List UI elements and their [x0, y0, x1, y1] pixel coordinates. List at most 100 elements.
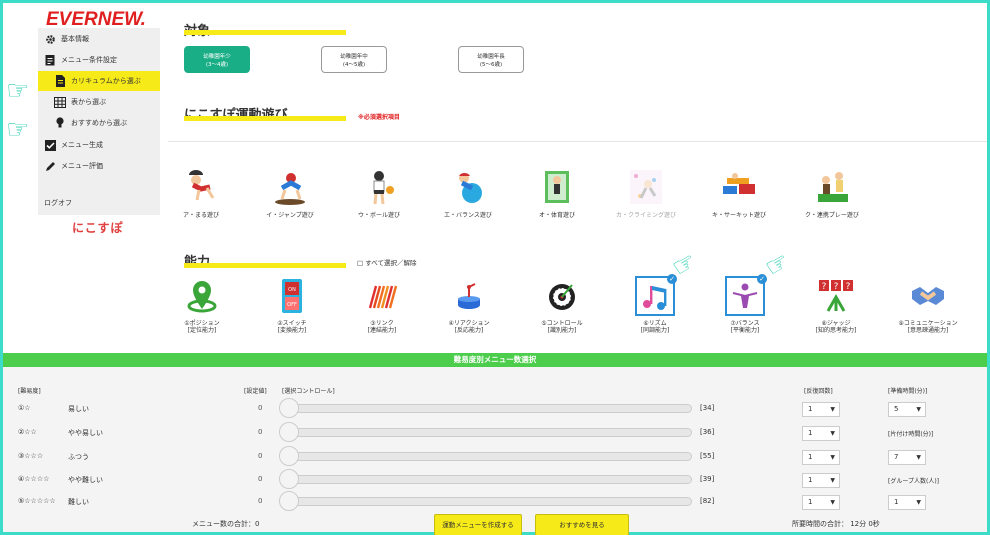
select-value: 7 [894, 453, 899, 461]
repeat-select[interactable]: 1 ▼ [802, 426, 840, 441]
check-icon: ✓ [667, 274, 677, 284]
activity-maru[interactable]: ア・まる遊び [166, 168, 236, 220]
pointing-hand-icon: ☞ [6, 115, 30, 145]
ability-type: [意思疎通能力] [907, 327, 949, 334]
question-marks-icon: ??? [816, 276, 856, 316]
balancing-figure-icon: ✓ [725, 274, 767, 316]
title-underline [184, 263, 346, 268]
select-value: 1 [808, 429, 813, 437]
slider-track[interactable] [285, 475, 692, 484]
ability-link[interactable]: ③リンク [連結能力] [342, 276, 422, 334]
select-value: 5 [894, 405, 899, 413]
lightbulb-icon [54, 117, 66, 129]
ability-name: ②スイッチ [277, 320, 307, 327]
prep-time-select[interactable]: 5 ▼ [888, 402, 926, 417]
row-difficulty-name: やや難しい [68, 476, 103, 484]
logout-link[interactable]: ログオフ [44, 198, 72, 208]
sidebar-item-generate[interactable]: メニュー生成 [38, 135, 160, 155]
view-recommendations-button[interactable]: おすすめを見る [535, 514, 629, 535]
ability-balance[interactable]: ✓ ⑦バランス [平衡能力] [705, 274, 785, 334]
create-menu-button[interactable]: 運動メニューを作成する [434, 514, 522, 535]
sidebar-item-curriculum[interactable]: カリキュラムから選ぶ [38, 71, 160, 91]
group-size-select[interactable]: 1 ▼ [888, 495, 926, 510]
slider-knob[interactable] [279, 446, 299, 466]
slider-track[interactable] [285, 428, 692, 437]
ability-rhythm[interactable]: ✓ ⑥リズム [同調能力] [615, 274, 695, 334]
row-stars: ④☆☆☆☆ [18, 475, 50, 483]
ability-name: ⑦バランス [730, 320, 760, 327]
ability-control[interactable]: ⑤コントロール [識別能力] [522, 276, 602, 334]
title-underline [184, 116, 346, 121]
ability-name: ⑤コントロール [541, 320, 583, 327]
slider-knob[interactable] [279, 398, 299, 418]
repeat-select[interactable]: 1 ▼ [802, 450, 840, 465]
row-max-count: [39] [700, 475, 715, 483]
activity-label: キ・サーキット遊び [711, 212, 766, 219]
document-icon [54, 75, 66, 87]
ability-name: ④リアクション [448, 320, 490, 327]
repeat-select[interactable]: 1 ▼ [802, 402, 840, 417]
pointing-hand-icon: ☞ [6, 76, 30, 106]
activity-jump[interactable]: イ・ジャンプ遊び [255, 168, 325, 220]
slider-knob[interactable] [279, 422, 299, 442]
age-label: 幼稚園年長 [477, 54, 505, 60]
check-icon: ✓ [757, 274, 767, 284]
row-max-count: [55] [700, 452, 715, 460]
row-max-count: [34] [700, 404, 715, 412]
slider-knob[interactable] [279, 491, 299, 511]
ability-reaction[interactable]: ④リアクション [反応能力] [429, 276, 509, 334]
age-button-young[interactable]: 幼稚園年少 (3〜4歳) [184, 46, 250, 73]
svg-text:?: ? [822, 282, 827, 292]
select-value: 1 [808, 405, 813, 413]
repeat-select[interactable]: 1 ▼ [802, 473, 840, 488]
sidebar-item-label: メニュー評価 [61, 162, 103, 170]
sidebar-item-recommended[interactable]: おすすめから選ぶ [38, 113, 160, 133]
ability-type: [変換能力] [277, 327, 307, 334]
row-stars: ③☆☆☆ [18, 452, 44, 460]
cleanup-time-label: [片付け時間(分)] [888, 431, 934, 438]
row-setting-value: 0 [258, 428, 263, 436]
slider-knob[interactable] [279, 469, 299, 489]
sidebar-item-evaluate[interactable]: メニュー評価 [38, 156, 160, 176]
children-teamplay-icon [818, 172, 848, 202]
select-value: 1 [894, 498, 899, 506]
row-difficulty-name: やや易しい [68, 429, 103, 437]
total-menu-count: メニュー数の合計：0 [192, 520, 260, 528]
slider-track[interactable] [285, 404, 692, 413]
activity-climbing[interactable]: カ・クライミング遊び [611, 168, 681, 220]
child-climbing-icon [630, 170, 662, 204]
ability-name: ⑥リズム [643, 320, 667, 327]
cleanup-time-select[interactable]: 7 ▼ [888, 450, 926, 465]
ability-name: ⑧ジャッジ [821, 320, 851, 327]
select-all-checkbox[interactable]: □ すべて選択／解除 [357, 257, 417, 267]
activity-circuit[interactable]: キ・サーキット遊び [704, 168, 774, 220]
pencil-icon [44, 160, 56, 172]
svg-text:?: ? [834, 282, 839, 292]
sidebar-item-label: メニュー条件設定 [61, 56, 117, 64]
toggle-switch-icon: ON OFF [272, 276, 312, 316]
activity-label: イ・ジャンプ遊び [266, 212, 314, 219]
ability-switch[interactable]: ON OFF ②スイッチ [変換能力] [252, 276, 332, 334]
activity-ball[interactable]: ウ・ボール遊び [344, 168, 414, 220]
checkbox-icon [44, 139, 56, 151]
age-button-senior[interactable]: 幼稚園年長 (5〜6歳) [458, 46, 524, 73]
repeat-select[interactable]: 1 ▼ [802, 495, 840, 510]
slider-track[interactable] [285, 452, 692, 461]
activity-gym[interactable]: オ・体育遊び [522, 168, 592, 220]
activity-balance[interactable]: エ・バランス遊び [433, 168, 503, 220]
row-stars: ⑤☆☆☆☆☆ [18, 497, 56, 505]
activity-teamplay[interactable]: ク・連携プレー遊び [797, 168, 867, 220]
chevron-down-icon: ▼ [830, 454, 835, 461]
header-level: [難易度] [18, 388, 41, 395]
ability-type: [定位能力] [187, 327, 217, 334]
ability-position[interactable]: ①ポジション [定位能力] [162, 276, 242, 334]
sidebar-item-basic-info[interactable]: 基本情報 [38, 29, 160, 49]
sidebar-item-menu-conditions[interactable]: メニュー条件設定 [38, 50, 160, 70]
slider-track[interactable] [285, 497, 692, 506]
age-button-middle[interactable]: 幼稚園年中 (4〜5歳) [321, 46, 387, 73]
row-stars: ①☆ [18, 404, 31, 412]
ability-judge[interactable]: ??? ⑧ジャッジ [知的思考能力] [796, 276, 876, 334]
ability-communication[interactable]: ⑨コミュニケーション [意思疎通能力] [892, 276, 964, 334]
header-control: [選択コントロール] [282, 388, 335, 395]
sidebar-item-table[interactable]: 表から選ぶ [38, 92, 160, 112]
